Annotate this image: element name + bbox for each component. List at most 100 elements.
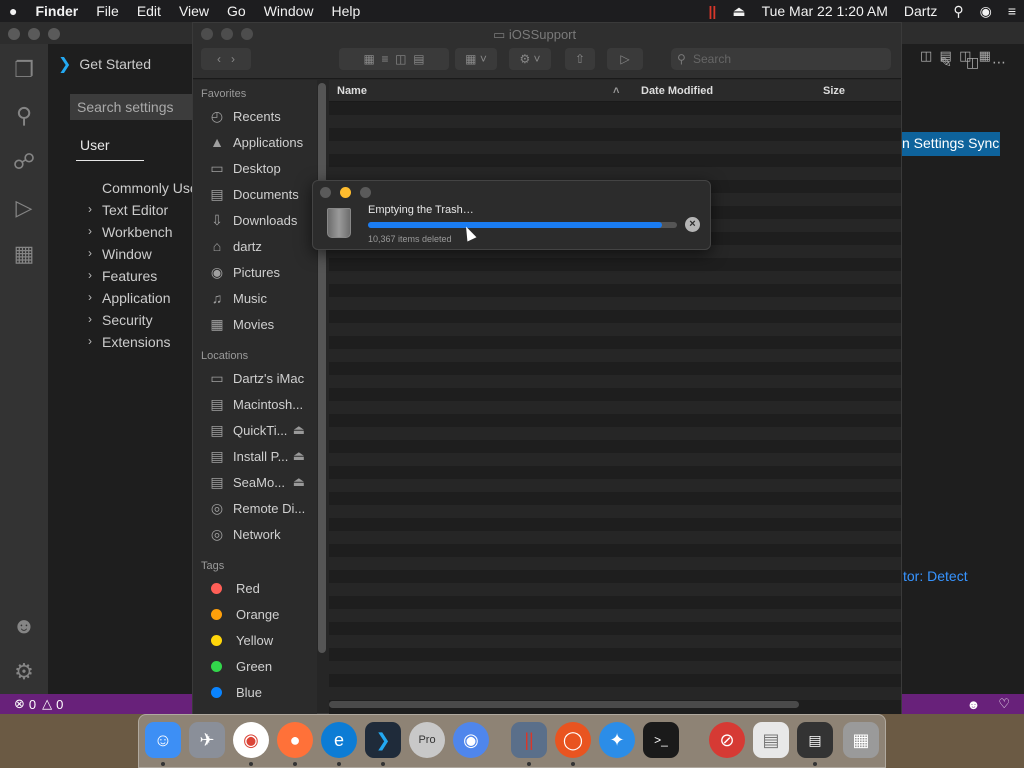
sidebar-item-desktop[interactable]: ▭ Desktop (208, 157, 313, 179)
sidebar-item-applications[interactable]: ▲ Applications (208, 131, 313, 153)
warning-icon[interactable]: △ (42, 696, 52, 712)
back-forward-buttons[interactable]: ‹ › (201, 48, 251, 70)
manage-gear-icon[interactable]: ⚙ (10, 658, 38, 686)
tags-button[interactable]: ▷ (607, 48, 643, 70)
sidebar-item-documents[interactable]: ▤ Documents (208, 183, 313, 205)
sort-ascending-icon[interactable]: ˄ (613, 85, 619, 97)
dock-pro-icon[interactable]: Pro (409, 722, 445, 758)
sidebar-item-remote-disc[interactable]: ◎ Remote Di... (208, 497, 313, 519)
finder-search-input[interactable]: Search (671, 48, 891, 70)
tree-item-commonly-used[interactable]: Commonly Used (88, 180, 205, 202)
vscode-zoom-button[interactable] (48, 28, 60, 40)
menu-edit[interactable]: Edit (128, 3, 170, 19)
warning-count[interactable]: 0 (56, 697, 63, 712)
tab-get-started[interactable]: ❯ Get Started (48, 44, 193, 84)
dock-stop-icon[interactable]: ⊘ (709, 722, 745, 758)
view-mode-segmented[interactable]: ▦ ≡ ◫ ▤ (339, 48, 449, 70)
dock-terminal-icon[interactable]: >_ (643, 722, 679, 758)
sidebar-item-recents[interactable]: ◴ Recents (208, 105, 313, 127)
sidebar-item-install[interactable]: ▤ Install P... ⏏ (208, 445, 313, 467)
dialog-close-button[interactable] (320, 187, 331, 198)
extensions-icon[interactable]: ▦ (10, 240, 38, 268)
tree-item-security[interactable]: › Security (88, 312, 198, 334)
sidebar-scrollbar[interactable] (318, 83, 326, 653)
tree-item-application[interactable]: › Application (88, 290, 198, 312)
dock-finder-icon[interactable]: ☺ (145, 722, 181, 758)
search-settings-input[interactable]: Search settings (70, 94, 200, 120)
run-debug-icon[interactable]: ▷ (10, 194, 38, 222)
control-center-icon[interactable]: ≡ (1000, 3, 1024, 19)
gallery-view-icon[interactable]: ▤ (413, 52, 424, 66)
vscode-minimize-button[interactable] (28, 28, 40, 40)
dock-ubuntu-icon[interactable]: ◯ (555, 722, 591, 758)
error-count[interactable]: 0 (29, 697, 36, 712)
icon-view-icon[interactable]: ▦ (363, 52, 374, 66)
finder-zoom-button[interactable] (241, 28, 253, 40)
tree-item-workbench[interactable]: › Workbench (88, 224, 198, 246)
menu-app-name[interactable]: Finder (26, 3, 87, 19)
sidebar-tag-yellow[interactable]: Yellow (208, 629, 313, 651)
detect-link[interactable]: tor: Detect (903, 568, 968, 584)
dock-parallels-icon[interactable]: || (511, 722, 547, 758)
accounts-icon[interactable]: ☻ (10, 612, 38, 640)
column-header-size[interactable]: Size (823, 85, 845, 97)
dock-safari-icon[interactable]: ✦ (599, 722, 635, 758)
errors-icon[interactable]: ⊗ (14, 696, 25, 712)
sidebar-item-network[interactable]: ◎ Network (208, 523, 313, 545)
dialog-minimize-button[interactable] (340, 187, 351, 198)
spotlight-search-icon[interactable]: ⚲ (945, 3, 971, 20)
horizontal-scrollbar[interactable] (329, 701, 799, 708)
dialog-zoom-button[interactable] (360, 187, 371, 198)
sidebar-item-movies[interactable]: ▦ Movies (208, 313, 313, 335)
dock-firefox-icon[interactable]: ● (277, 722, 313, 758)
notifications-bell-icon[interactable]: ♡ (998, 696, 1010, 712)
sidebar-tag-blue[interactable]: Blue (208, 681, 313, 703)
parallels-status-icon[interactable]: || (700, 3, 724, 19)
menu-view[interactable]: View (170, 3, 218, 19)
feedback-icon[interactable]: ☻ (967, 697, 981, 712)
menu-go[interactable]: Go (218, 3, 255, 19)
dock-trash-icon[interactable]: ▦ (843, 722, 879, 758)
dock-preview-icon[interactable]: ▤ (753, 722, 789, 758)
tree-item-features[interactable]: › Features (88, 268, 198, 290)
vscode-close-button[interactable] (8, 28, 20, 40)
finder-close-button[interactable] (201, 28, 213, 40)
dock-edge-icon[interactable]: e (321, 722, 357, 758)
sidebar-item-macintosh-hd[interactable]: ▤ Macintosh... (208, 393, 313, 415)
more-actions-icon[interactable]: ⋯ (992, 54, 1006, 71)
dock-launchpad-icon[interactable]: ✈ (189, 722, 225, 758)
sidebar-tag-orange[interactable]: Orange (208, 603, 313, 625)
tab-user-settings[interactable]: User (80, 137, 110, 153)
group-by-button[interactable]: ▦ ˅ (455, 48, 497, 70)
split-editor-icon[interactable]: ◫ (966, 54, 979, 71)
sidebar-item-seamo[interactable]: ▤ SeaMo... ⏏ (208, 471, 313, 493)
eject-icon[interactable]: ⏏ (293, 422, 305, 438)
settings-sync-button[interactable]: n Settings Sync (896, 132, 1000, 156)
dock-vscode-icon[interactable]: ❯ (365, 722, 401, 758)
tree-item-text-editor[interactable]: › Text Editor (88, 202, 198, 224)
sidebar-item-downloads[interactable]: ⇩ Downloads (208, 209, 313, 231)
cancel-icon[interactable]: × (685, 217, 700, 232)
toggle-sidebar-icon[interactable]: ◫ (920, 48, 932, 63)
sidebar-item-music[interactable]: ♫ Music (208, 287, 313, 309)
finder-minimize-button[interactable] (221, 28, 233, 40)
explorer-icon[interactable]: ❐ (10, 56, 38, 84)
column-header-date[interactable]: Date Modified (641, 85, 713, 97)
eject-icon[interactable]: ⏏ (724, 3, 753, 20)
action-gear-button[interactable]: ⚙ ˅ (509, 48, 551, 70)
eject-icon[interactable]: ⏏ (293, 474, 305, 490)
sidebar-item-imac[interactable]: ▭ Dartz's iMac (208, 367, 313, 389)
column-header-name[interactable]: Name (337, 85, 367, 97)
sidebar-item-home[interactable]: ⌂ dartz (208, 235, 313, 257)
menubar-user[interactable]: Dartz (896, 3, 945, 19)
menubar-datetime[interactable]: Tue Mar 22 1:20 AM (754, 3, 896, 19)
sidebar-tag-red[interactable]: Red (208, 577, 313, 599)
source-control-icon[interactable]: ☍ (10, 148, 38, 176)
search-icon[interactable]: ⚲ (10, 102, 38, 130)
dock-chromium-icon[interactable]: ◉ (453, 722, 489, 758)
sidebar-item-pictures[interactable]: ◉ Pictures (208, 261, 313, 283)
dock-console-icon[interactable]: ▤ (797, 722, 833, 758)
list-view-icon[interactable]: ≡ (381, 52, 388, 66)
tree-item-extensions[interactable]: › Extensions (88, 334, 198, 356)
customize-layout-icon[interactable]: ▦ (979, 48, 991, 63)
